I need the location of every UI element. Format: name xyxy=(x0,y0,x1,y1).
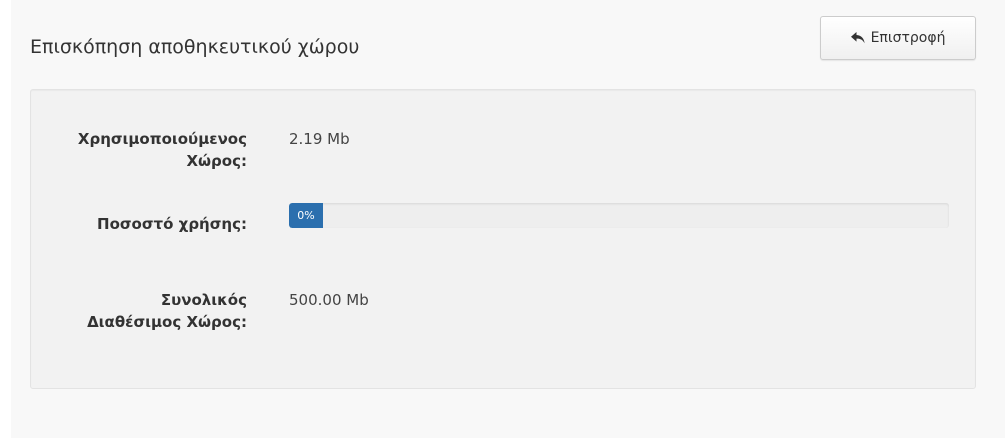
back-button[interactable]: Επιστροφή xyxy=(820,16,976,60)
used-space-value: 2.19 Mb xyxy=(289,130,350,148)
used-space-label-line2: Χώρος: xyxy=(186,152,247,170)
total-space-label-line2: Διαθέσιμος Χώρος: xyxy=(87,313,247,331)
used-space-label: Χρησιμοποιούμενος Χώρος: xyxy=(27,128,247,172)
usage-progress-fill: 0% xyxy=(289,203,323,228)
total-space-value: 500.00 Mb xyxy=(289,291,369,309)
used-space-label-line1: Χρησιμοποιούμενος xyxy=(77,130,247,148)
total-space-label-line1: Συνολικός xyxy=(160,291,247,309)
page-title: Επισκόπηση αποθηκευτικού χώρου xyxy=(30,36,360,58)
back-button-label: Επιστροφή xyxy=(870,30,946,46)
total-space-label: Συνολικός Διαθέσιμος Χώρος: xyxy=(27,289,247,333)
storage-overview-well: Χρησιμοποιούμενος Χώρος: 2.19 Mb Ποσοστό… xyxy=(30,89,976,389)
page: Επισκόπηση αποθηκευτικού χώρου Επιστροφή… xyxy=(0,0,1005,438)
usage-progress-bar: 0% xyxy=(289,203,949,228)
reply-arrow-icon xyxy=(850,32,865,44)
usage-percent-label: Ποσοστό χρήσης: xyxy=(97,215,247,233)
